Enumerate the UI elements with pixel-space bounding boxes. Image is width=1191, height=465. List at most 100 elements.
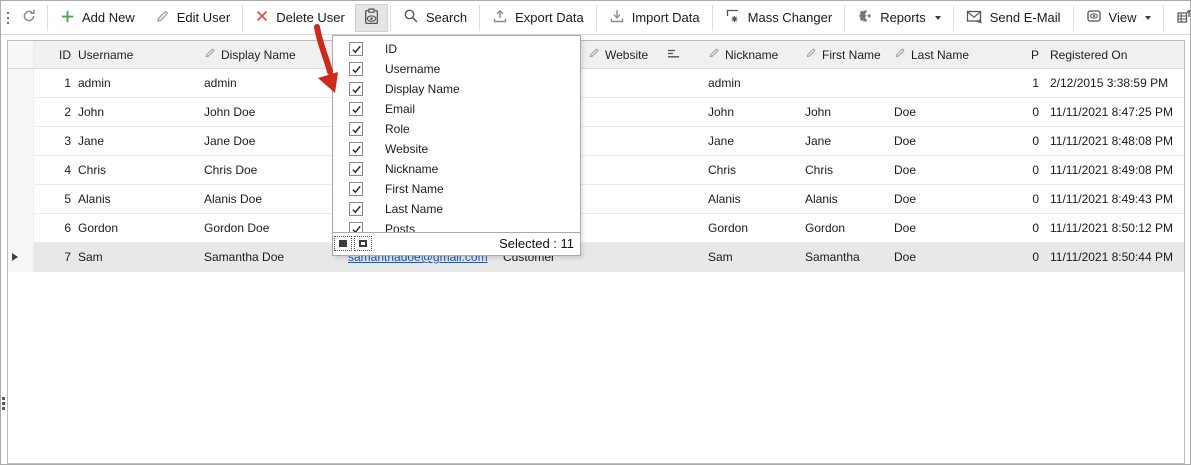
- column-chooser-item-label: Email: [385, 102, 415, 116]
- column-header-posts[interactable]: P: [1014, 41, 1040, 68]
- cell: 1: [1014, 69, 1040, 98]
- cell: [582, 127, 657, 156]
- cell: Jane: [702, 127, 799, 156]
- column-chooser-item[interactable]: Website: [333, 139, 580, 159]
- cell: 2/12/2015 3:38:59 PM: [1040, 69, 1184, 98]
- checkbox-checked-icon[interactable]: [349, 142, 363, 156]
- cell: Alanis: [702, 185, 799, 214]
- search-icon: [403, 8, 419, 27]
- select-all-button[interactable]: [334, 236, 352, 251]
- column-chooser-item[interactable]: Display Name: [333, 79, 580, 99]
- send-email-button[interactable]: Send E-Mail: [956, 4, 1071, 32]
- column-chooser-item[interactable]: Email: [333, 99, 580, 119]
- checkbox-checked-icon[interactable]: [349, 122, 363, 136]
- export-grid-button[interactable]: Export Grid: [1166, 4, 1191, 32]
- view-button[interactable]: View: [1076, 4, 1162, 32]
- column-chooser-item[interactable]: Username: [333, 59, 580, 79]
- search-button[interactable]: Search: [393, 4, 477, 32]
- table-row[interactable]: 1adminadminadmin12/12/2015 3:38:59 PM: [8, 69, 1184, 98]
- export-data-button[interactable]: Export Data: [482, 4, 594, 32]
- column-chooser-item-label: ID: [385, 42, 397, 56]
- column-header-display-name[interactable]: Display Name: [198, 41, 342, 68]
- add-new-button[interactable]: Add New: [50, 4, 145, 32]
- cell: 0: [1014, 185, 1040, 214]
- cell: Chris: [799, 156, 888, 185]
- edit-user-button[interactable]: Edit User: [145, 4, 240, 32]
- checkbox-checked-icon[interactable]: [349, 222, 363, 233]
- column-header-username[interactable]: Username: [72, 41, 198, 68]
- table-row[interactable]: 3JaneJane DoeJaneJaneDoe011/11/2021 8:48…: [8, 127, 1184, 156]
- column-chooser-item-label: Username: [385, 62, 440, 76]
- column-header-id[interactable]: ID: [34, 41, 72, 68]
- column-header-registered-on[interactable]: Registered On: [1040, 41, 1184, 68]
- mass-changer-button[interactable]: Mass Changer: [715, 4, 843, 32]
- column-chooser-item[interactable]: First Name: [333, 179, 580, 199]
- column-header-nickname[interactable]: Nickname: [702, 41, 799, 68]
- column-chooser-item[interactable]: ID: [333, 39, 580, 59]
- window-grip-handle[interactable]: [2, 397, 5, 410]
- column-chooser-item[interactable]: Nickname: [333, 159, 580, 179]
- checkbox-checked-icon[interactable]: [349, 162, 363, 176]
- checkbox-checked-icon[interactable]: [349, 102, 363, 116]
- toolbar-separator: [1073, 5, 1074, 31]
- table-row[interactable]: 4ChrisChris DoeChrisChrisDoe011/11/2021 …: [8, 156, 1184, 185]
- cell: Doe: [888, 243, 1014, 272]
- column-header-first-name[interactable]: First Name: [799, 41, 888, 68]
- cell: John: [72, 98, 198, 127]
- cell: Jane: [799, 127, 888, 156]
- column-chooser-button[interactable]: [355, 4, 388, 32]
- reports-button[interactable]: Reports: [847, 4, 951, 32]
- column-chooser-footer: Selected : 11: [333, 233, 580, 255]
- clear-selection-button[interactable]: [354, 236, 372, 251]
- checkbox-checked-icon[interactable]: [349, 182, 363, 196]
- column-header-last-name[interactable]: Last Name: [888, 41, 1014, 68]
- toolbar: Add New Edit User Delete User Search Exp…: [1, 1, 1190, 35]
- cell: [582, 243, 657, 272]
- table-row[interactable]: 6GordonGordon DoeGordonGordonDoe011/11/2…: [8, 214, 1184, 243]
- checkbox-checked-icon[interactable]: [349, 62, 363, 76]
- cell: [657, 185, 702, 214]
- cell: 11/11/2021 8:49:08 PM: [1040, 156, 1184, 185]
- column-header-label: Nickname: [725, 48, 778, 62]
- column-chooser-item-label: Nickname: [385, 162, 438, 176]
- cell: [582, 214, 657, 243]
- upload-icon: [492, 8, 508, 27]
- column-chooser-item[interactable]: Posts: [333, 219, 580, 233]
- delete-user-button[interactable]: Delete User: [245, 4, 355, 32]
- checkbox-checked-icon[interactable]: [349, 42, 363, 56]
- toolbar-grip-handle[interactable]: [3, 12, 13, 24]
- cell: [799, 69, 888, 98]
- table-row[interactable]: 5AlanisAlanis DoeAlanisAlanisDoe011/11/2…: [8, 185, 1184, 214]
- cell: [657, 156, 702, 185]
- checkbox-checked-icon[interactable]: [349, 202, 363, 216]
- column-header-website[interactable]: Website: [582, 41, 657, 68]
- refresh-icon: [21, 8, 37, 27]
- cell: Doe: [888, 185, 1014, 214]
- cell: 11/11/2021 8:50:44 PM: [1040, 243, 1184, 272]
- envelope-icon: [966, 9, 983, 27]
- table-row[interactable]: 2JohnJohn DoeJohnJohnDoe011/11/2021 8:47…: [8, 98, 1184, 127]
- cell: John: [799, 98, 888, 127]
- cell: 11/11/2021 8:50:12 PM: [1040, 214, 1184, 243]
- pencil-icon: [204, 47, 216, 62]
- import-data-button[interactable]: Import Data: [599, 4, 710, 32]
- cell: Samantha: [799, 243, 888, 272]
- column-header-bio[interactable]: [657, 41, 702, 68]
- cell: [657, 127, 702, 156]
- cell: [8, 69, 34, 98]
- column-header-label: First Name: [822, 48, 881, 62]
- column-chooser-item[interactable]: Last Name: [333, 199, 580, 219]
- column-chooser-item[interactable]: Role: [333, 119, 580, 139]
- add-new-label: Add New: [82, 10, 135, 25]
- cell: 0: [1014, 127, 1040, 156]
- cell: 1: [34, 69, 72, 98]
- row-indicator-icon: [12, 253, 18, 261]
- delete-user-label: Delete User: [276, 10, 345, 25]
- column-chooser-item-label: Display Name: [385, 82, 460, 96]
- checkbox-checked-icon[interactable]: [349, 82, 363, 96]
- refresh-button[interactable]: [13, 4, 45, 32]
- column-chooser-item-label: Website: [385, 142, 428, 156]
- cell: [582, 69, 657, 98]
- cell: Sam: [702, 243, 799, 272]
- table-row[interactable]: 7SamSamantha Doesamanthadoe@gmail.comCus…: [8, 243, 1184, 272]
